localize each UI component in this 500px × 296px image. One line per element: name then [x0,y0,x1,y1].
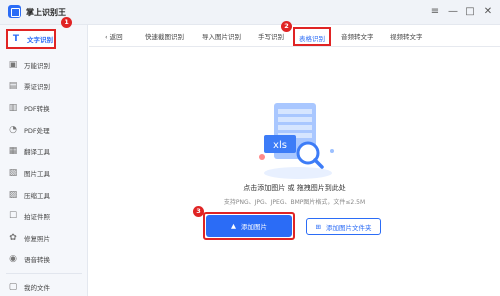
add-folder-button[interactable]: ⊞ 添加图片文件夹 [306,218,381,235]
tab-table-recognition[interactable]: 表格识别 [293,27,331,46]
sidebar-item-photo-repair[interactable]: ✿ 修复照片 [8,230,82,246]
image-tools-icon: ▧ [8,168,18,178]
back-label: 返回 [109,33,123,41]
sidebar-item-label: 万能识别 [24,62,50,70]
add-image-label: 添加图片 [241,223,267,231]
minimize-icon[interactable]: — [446,5,460,19]
sidebar-item-compress[interactable]: ▨ 压缩工具 [8,187,82,203]
sidebar-item-my-files[interactable]: ▢ 我的文件 [8,279,82,295]
sidebar-divider [6,273,82,274]
universal-scan-icon: ▣ [8,60,18,70]
close-icon[interactable]: ✕ [481,5,495,19]
tab-bar: ‹ 返回 快速截图识别 导入图片识别 手写识别 表格识别 音频转文字 视频转文字 [89,25,500,47]
my-files-icon: ▢ [8,282,18,292]
sidebar-item-text-recognition[interactable]: T 文字识别 [6,29,56,49]
maximize-icon[interactable]: □ [463,5,477,19]
step-badge-1: 1 [61,17,72,28]
tab-handwriting[interactable]: 手写识别 [258,31,284,41]
sidebar: T 文字识别 ▣ 万能识别 ▤ 票证识别 ▥ PDF转换 ◔ PDF处理 ▦ 翻… [0,25,88,296]
back-button[interactable]: ‹ 返回 [105,31,123,41]
sidebar-item-label: PDF处理 [24,127,50,135]
sidebar-item-pdf-process[interactable]: ◔ PDF处理 [8,122,82,138]
sidebar-item-label: 翻译工具 [24,148,50,156]
tab-quick-screenshot[interactable]: 快速截图识别 [145,31,184,41]
sidebar-item-label: 压缩工具 [24,192,50,200]
title-bar: 掌上识别王 ≡ — □ ✕ [0,0,500,25]
step-badge-3: 3 [193,206,204,217]
sidebar-item-id-photo[interactable]: ☐ 拍证件照 [8,208,82,224]
tab-import-image[interactable]: 导入图片识别 [202,31,241,41]
sidebar-item-pdf-convert[interactable]: ▥ PDF转换 [8,100,82,116]
sidebar-item-label: 语音转换 [24,256,50,264]
pdf-convert-icon: ▥ [8,103,18,113]
app-title: 掌上识别王 [26,8,66,17]
sidebar-item-label: 修复照片 [24,235,50,243]
tab-video-to-text[interactable]: 视频转文字 [390,31,423,41]
sidebar-item-translate[interactable]: ▦ 翻译工具 [8,143,82,159]
sidebar-item-label: 拍证件照 [24,213,50,221]
id-photo-icon: ☐ [8,211,18,221]
sidebar-item-label: PDF转换 [24,105,50,113]
add-image-button[interactable]: ▲ 添加图片 [206,215,292,237]
sidebar-item-image-tools[interactable]: ▧ 图片工具 [8,165,82,181]
add-folder-label: 添加图片文件夹 [325,223,372,232]
sidebar-item-universal[interactable]: ▣ 万能识别 [8,57,82,73]
tab-audio-to-text[interactable]: 音频转文字 [341,31,374,41]
menu-icon[interactable]: ≡ [428,5,442,19]
translate-icon: ▦ [8,146,18,156]
ticket-icon: ▤ [8,81,18,91]
spreadsheet-illustration-icon: xls [259,103,334,179]
text-recognition-icon: T [12,34,20,44]
illustration-label: xls [273,140,287,151]
sidebar-item-label: 文字识别 [27,36,53,44]
app-logo-icon [8,5,21,18]
compress-icon: ▨ [8,190,18,200]
pdf-process-icon: ◔ [9,125,17,135]
main-panel: ‹ 返回 快速截图识别 导入图片识别 手写识别 表格识别 音频转文字 视频转文字… [89,25,500,296]
drop-hint: 点击添加图片 或 拖拽图片到此处 [243,184,346,192]
sidebar-item-label: 我的文件 [24,284,50,292]
format-hint: 支持PNG、JPG、JPEG、BMP图片格式，文件≤2.5M [223,199,366,206]
sidebar-item-ticket[interactable]: ▤ 票证识别 [8,78,82,94]
sidebar-item-label: 票证识别 [24,83,50,91]
step-badge-2: 2 [281,21,292,32]
sidebar-item-label: 图片工具 [24,170,50,178]
voice-convert-icon: ◉ [9,254,17,264]
folder-plus-icon: ⊞ [315,222,321,231]
image-icon: ▲ [231,222,236,230]
photo-repair-icon: ✿ [9,233,17,243]
sidebar-item-voice[interactable]: ◉ 语音转换 [8,251,82,267]
